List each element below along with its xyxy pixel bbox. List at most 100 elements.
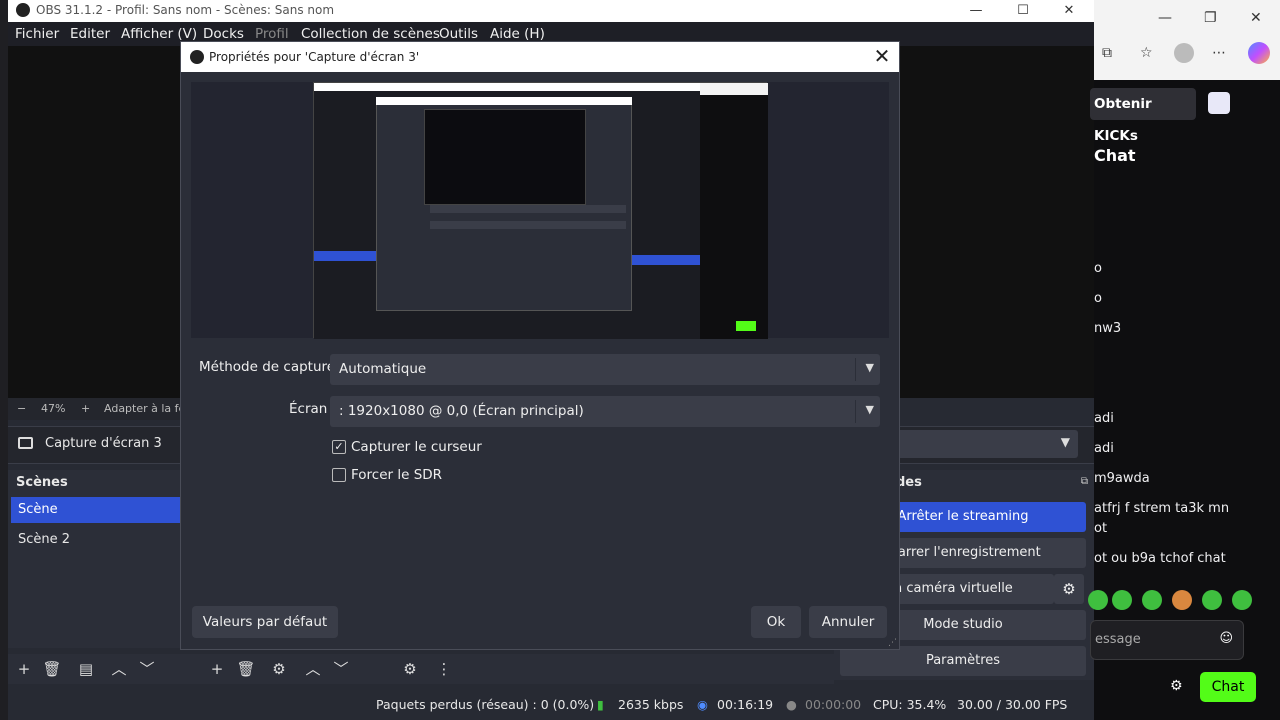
minimize-icon[interactable]: —	[1158, 10, 1172, 26]
bitrate: 2635 kbps	[618, 697, 684, 712]
avatar[interactable]	[1174, 43, 1194, 63]
emote-icon[interactable]	[1172, 590, 1192, 610]
screen-label: Écran	[289, 401, 328, 417]
status-bar: Paquets perdus (réseau) : 0 (0.0%) ▮ 263…	[8, 690, 1094, 720]
menu-collection-scenes[interactable]: Collection de scènes	[301, 26, 440, 42]
browser-toolbar: — ❐ ✕ ⧉ ☆ ⋯	[1094, 0, 1280, 80]
favorites-icon[interactable]: ☆	[1140, 45, 1153, 61]
move-down-icon[interactable]: ﹀	[137, 659, 157, 679]
defaults-button[interactable]: Valeurs par défaut	[192, 606, 338, 638]
emote-icon[interactable]	[1232, 590, 1252, 610]
scene-item[interactable]: Scène	[11, 497, 196, 523]
browser-panel: — ❐ ✕ ⧉ ☆ ⋯ Obtenir KICKs Chat o o nw3 a…	[1088, 0, 1280, 720]
screen-select[interactable]: : 1920x1080 @ 0,0 (Écran principal) ▼	[330, 396, 880, 427]
record-time: 00:00:00	[805, 697, 862, 712]
emote-icon[interactable]	[1088, 590, 1108, 610]
close-icon[interactable]: ✕	[871, 45, 893, 67]
zoom-out-button[interactable]: −	[17, 402, 26, 415]
obs-logo-icon	[190, 50, 204, 64]
bottom-toolbar: + 🗑 ▤ ︿ ﹀ + 🗑 ⚙ ︿ ﹀ ⚙ ⋮	[8, 654, 834, 684]
emoji-icon[interactable]: ☺	[1219, 631, 1233, 646]
menu-editer[interactable]: Editer	[70, 26, 110, 42]
emote-icon[interactable]	[1112, 590, 1132, 610]
menu-afficher[interactable]: Afficher (V)	[121, 26, 197, 42]
source-dropdown[interactable]: ▼	[888, 430, 1078, 458]
force-sdr-checkbox[interactable]	[332, 468, 346, 482]
dialog-title: Propriétés pour 'Capture d'écran 3'	[209, 50, 420, 64]
source-down-icon[interactable]: ﹀	[331, 659, 351, 679]
chat-message: atfrj f strem ta3k mn	[1094, 501, 1230, 516]
zoom-fit-button[interactable]: Adapter à la fe	[104, 402, 185, 415]
close-icon[interactable]: ✕	[1250, 10, 1262, 26]
chat-send-button[interactable]: Chat	[1200, 672, 1256, 702]
stream-icon: ◉	[697, 697, 708, 712]
nested-dialog-titlebar	[376, 97, 632, 105]
source-up-icon[interactable]: ︿	[303, 659, 323, 679]
resize-grip-icon[interactable]: ⋰	[888, 638, 897, 648]
nested-combo	[430, 221, 626, 229]
emote-icon[interactable]	[1142, 590, 1162, 610]
chat-message: ot ou b9a tchof chat	[1094, 551, 1226, 566]
obs-logo-icon	[16, 3, 30, 17]
nested-preview	[424, 109, 586, 205]
add-source-icon[interactable]: +	[207, 659, 227, 679]
menu-fichier[interactable]: Fichier	[15, 26, 59, 42]
restore-icon[interactable]: ❐	[1204, 10, 1217, 26]
capture-cursor-checkbox[interactable]: ✓	[332, 440, 346, 454]
chat-message: adi	[1094, 411, 1114, 426]
combo-separator	[855, 400, 856, 423]
dialog-titlebar: Propriétés pour 'Capture d'écran 3' ✕	[181, 42, 899, 72]
scene-item[interactable]: Scène 2	[11, 527, 196, 553]
emote-icon[interactable]	[1202, 590, 1222, 610]
filter-icon[interactable]: ▤	[76, 659, 96, 679]
minimize-icon[interactable]: —	[953, 0, 999, 22]
more-icon[interactable]: ⋯	[1212, 45, 1226, 61]
zoom-in-button[interactable]: +	[81, 402, 90, 415]
cancel-button[interactable]: Annuler	[809, 606, 887, 638]
capture-preview	[191, 82, 889, 339]
chat-message: ot	[1094, 521, 1108, 536]
move-up-icon[interactable]: ︿	[109, 659, 129, 679]
obs-titlebar: OBS 31.1.2 - Profil: Sans nom - Scènes: …	[8, 0, 1094, 22]
nested-stream-button	[632, 255, 700, 265]
mixer-gear-icon[interactable]: ⚙	[400, 659, 420, 679]
capture-method-select[interactable]: Automatique ▼	[330, 354, 880, 385]
dropped-frames: Paquets perdus (réseau) : 0 (0.0%)	[376, 697, 595, 712]
obs-window-title: OBS 31.1.2 - Profil: Sans nom - Scènes: …	[36, 3, 335, 17]
capture-cursor-label[interactable]: Capturer le curseur	[351, 439, 482, 455]
trash-source-icon[interactable]: 🗑	[236, 659, 256, 679]
maximize-icon[interactable]: ☐	[1000, 0, 1046, 22]
menu-aide[interactable]: Aide (H)	[490, 26, 545, 42]
properties-dialog: Propriétés pour 'Capture d'écran 3' ✕ Mé…	[180, 41, 900, 650]
more-icon[interactable]: ⋮	[434, 659, 454, 679]
chat-placeholder: essage	[1095, 632, 1141, 647]
nested-chat-button	[736, 321, 756, 331]
source-gear-icon[interactable]: ⚙	[269, 659, 289, 679]
menu-profil[interactable]: Profil	[255, 26, 289, 42]
chat-message: adi	[1094, 441, 1114, 456]
chat-input[interactable]: essage ☺	[1090, 620, 1244, 660]
settings-gear-icon[interactable]: ⚙	[1170, 678, 1183, 694]
chevron-down-icon: ▼	[865, 403, 874, 416]
trash-icon[interactable]: 🗑	[42, 659, 62, 679]
add-icon[interactable]: +	[14, 659, 34, 679]
extensions-icon[interactable]: ⧉	[1102, 45, 1112, 61]
undock-icon[interactable]: ⧉	[1081, 476, 1088, 487]
nested-scene-selected	[314, 251, 376, 261]
ok-button[interactable]: Ok	[751, 606, 801, 638]
copilot-icon[interactable]	[1248, 42, 1270, 64]
get-kicks-button[interactable]: Obtenir KICKs	[1090, 88, 1196, 144]
screen-value: : 1920x1080 @ 0,0 (Écran principal)	[339, 403, 584, 419]
gear-icon[interactable]: ⚙	[1054, 574, 1084, 604]
combo-separator	[855, 358, 856, 381]
menu-outils[interactable]: Outils	[439, 26, 478, 42]
capture-method-label: Méthode de capture	[199, 359, 336, 375]
nested-browser-toolbar	[700, 83, 768, 95]
chat-header: Chat	[1094, 146, 1136, 165]
settings-button[interactable]: Paramètres	[840, 646, 1086, 676]
close-icon[interactable]: ✕	[1046, 0, 1092, 22]
force-sdr-label[interactable]: Forcer le SDR	[351, 467, 442, 483]
scenes-panel: Scènes Scène Scène 2	[8, 470, 196, 648]
menu-docks[interactable]: Docks	[203, 26, 244, 42]
zoom-bar: − 47% + Adapter à la fe	[8, 398, 208, 420]
